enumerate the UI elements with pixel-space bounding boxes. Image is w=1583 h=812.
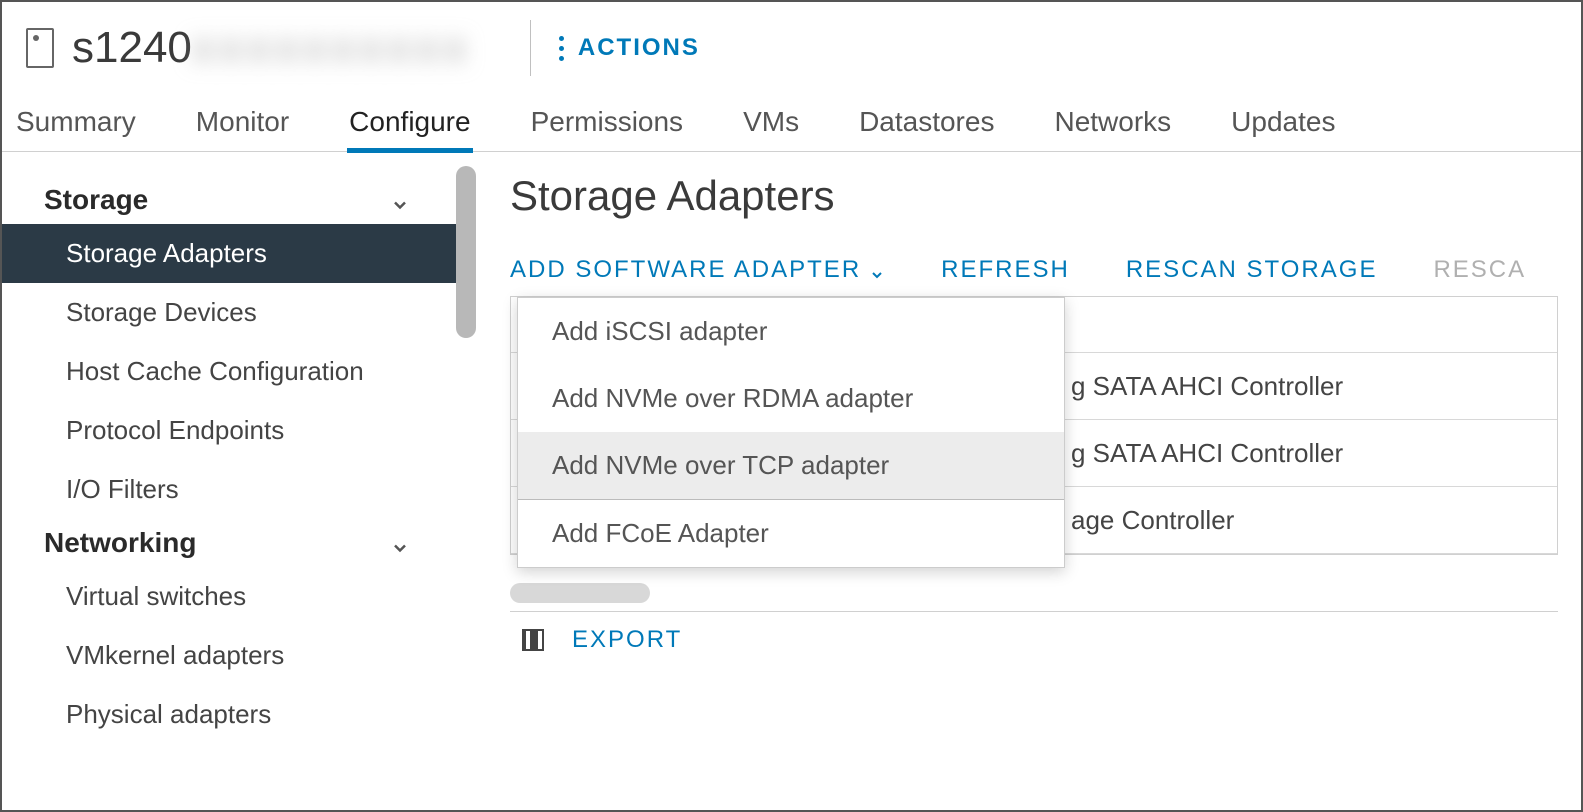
horizontal-scrollbar[interactable] <box>510 583 1538 601</box>
dropdown-item-fcoe[interactable]: Add FCoE Adapter <box>518 500 1064 567</box>
refresh-button[interactable]: REFRESH <box>941 256 1070 284</box>
chevron-down-icon <box>869 262 885 278</box>
dropdown-item-nvme-tcp[interactable]: Add NVMe over TCP adapter <box>518 432 1064 500</box>
section-label: Storage <box>44 184 148 216</box>
chevron-down-icon <box>390 533 410 553</box>
tab-networks[interactable]: Networks <box>1052 94 1173 152</box>
tab-updates[interactable]: Updates <box>1229 94 1337 152</box>
sidebar-item-io-filters[interactable]: I/O Filters <box>2 460 460 519</box>
sidebar-item-storage-devices[interactable]: Storage Devices <box>2 283 460 342</box>
export-button[interactable]: EXPORT <box>572 626 682 654</box>
config-sidebar: Storage Storage Adapters Storage Devices… <box>2 152 460 810</box>
section-label: Networking <box>44 527 196 559</box>
add-adapter-dropdown: Add iSCSI adapter Add NVMe over RDMA ada… <box>517 297 1065 568</box>
tab-permissions[interactable]: Permissions <box>529 94 685 152</box>
tab-monitor[interactable]: Monitor <box>194 94 291 152</box>
scrollbar-thumb[interactable] <box>510 583 650 603</box>
add-software-adapter-button[interactable]: ADD SOFTWARE ADAPTER <box>510 256 885 284</box>
sidebar-item-protocol-endpoints[interactable]: Protocol Endpoints <box>2 401 460 460</box>
columns-icon[interactable] <box>522 629 544 651</box>
sidebar-section-networking[interactable]: Networking <box>2 519 460 567</box>
divider <box>530 20 531 76</box>
adapter-toolbar: ADD SOFTWARE ADAPTER REFRESH RESCAN STOR… <box>510 256 1581 284</box>
host-icon <box>26 28 54 68</box>
sidebar-section-storage[interactable]: Storage <box>2 176 460 224</box>
tab-summary[interactable]: Summary <box>14 94 138 152</box>
tab-configure[interactable]: Configure <box>347 94 472 152</box>
sidebar-item-storage-adapters[interactable]: Storage Adapters <box>2 224 460 283</box>
actions-label: ACTIONS <box>578 34 700 62</box>
page-title: Storage Adapters <box>510 172 1581 220</box>
tab-datastores[interactable]: Datastores <box>857 94 996 152</box>
tab-bar: Summary Monitor Configure Permissions VM… <box>2 94 1581 152</box>
dropdown-item-iscsi[interactable]: Add iSCSI adapter <box>518 298 1064 365</box>
rescan-adapter-button[interactable]: RESCA <box>1433 256 1526 284</box>
dropdown-item-nvme-rdma[interactable]: Add NVMe over RDMA adapter <box>518 365 1064 432</box>
sidebar-item-vmkernel-adapters[interactable]: VMkernel adapters <box>2 626 460 685</box>
tab-vms[interactable]: VMs <box>741 94 801 152</box>
chevron-down-icon <box>390 190 410 210</box>
body: Storage Storage Adapters Storage Devices… <box>2 152 1581 810</box>
actions-button[interactable]: ACTIONS <box>559 34 700 62</box>
page-header: s1240xxxxxxxxxx ACTIONS <box>2 2 1581 94</box>
sidebar-item-host-cache[interactable]: Host Cache Configuration <box>2 342 460 401</box>
rescan-storage-button[interactable]: RESCAN STORAGE <box>1126 256 1378 284</box>
table-footer: EXPORT <box>510 611 1558 654</box>
add-label: ADD SOFTWARE ADAPTER <box>510 256 861 284</box>
main-panel: Storage Adapters ADD SOFTWARE ADAPTER RE… <box>460 152 1581 810</box>
host-name-text: s1240 <box>72 23 192 72</box>
adapters-table: Add iSCSI adapter Add NVMe over RDMA ada… <box>510 296 1558 555</box>
host-title: s1240xxxxxxxxxx <box>72 23 472 73</box>
sidebar-item-physical-adapters[interactable]: Physical adapters <box>2 685 460 744</box>
sidebar-item-virtual-switches[interactable]: Virtual switches <box>2 567 460 626</box>
host-name-redacted: xxxxxxxxxx <box>192 23 472 72</box>
kebab-icon <box>559 36 564 61</box>
